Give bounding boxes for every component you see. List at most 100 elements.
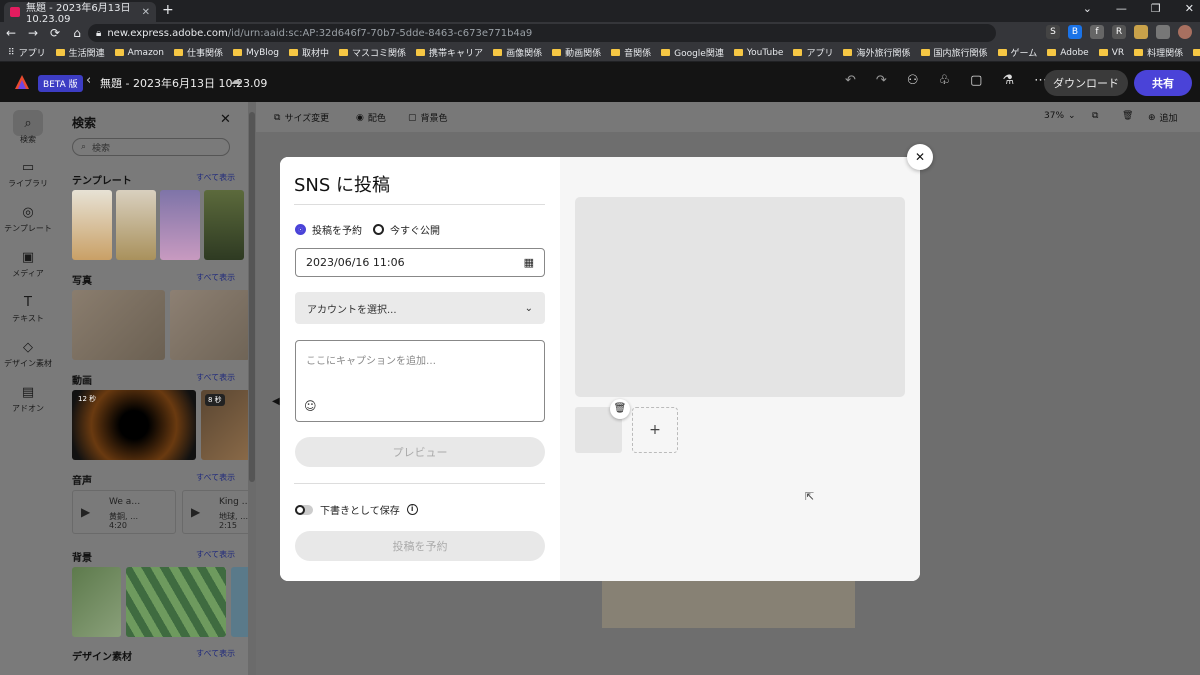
photo-thumb[interactable] bbox=[170, 290, 250, 360]
account-select[interactable]: アカウントを選択... ⌄ bbox=[295, 292, 545, 324]
see-all-audio[interactable]: すべて表示 bbox=[196, 472, 235, 483]
puzzle-icon[interactable] bbox=[1156, 25, 1170, 39]
rail-item-addons[interactable]: ▤ アドオン bbox=[0, 385, 56, 414]
see-all-backgrounds[interactable]: すべて表示 bbox=[196, 549, 235, 560]
background-thumb[interactable] bbox=[72, 567, 121, 637]
audio-card[interactable]: ▶ We a… 黄銅, … 4:20 bbox=[72, 490, 176, 534]
datetime-input[interactable]: 2023/06/16 11:06 ▦ bbox=[295, 248, 545, 277]
info-icon[interactable]: i bbox=[406, 504, 418, 515]
download-button[interactable]: ダウンロード bbox=[1044, 70, 1128, 96]
back-chevron-icon[interactable]: ‹ bbox=[86, 73, 91, 88]
bookmark-item[interactable]: 画像関係 bbox=[493, 46, 542, 59]
dialog-close-button[interactable]: ✕ bbox=[907, 144, 933, 170]
audio-card[interactable]: ▶ King … 地球, … 2:15 bbox=[182, 490, 255, 534]
rail-item-search[interactable]: ⌕ 検索 bbox=[0, 116, 56, 145]
comment-icon[interactable]: ▢ bbox=[970, 73, 982, 88]
forward-icon[interactable]: → bbox=[22, 26, 44, 40]
bookmark-item[interactable]: 国内旅行関係 bbox=[920, 46, 988, 59]
bookmark-item[interactable]: 取材中 bbox=[289, 46, 329, 59]
bookmark-item[interactable]: 海外旅行関係 bbox=[843, 46, 911, 59]
rail-item-media[interactable]: ▣ メディア bbox=[0, 250, 56, 279]
rail-item-design-assets[interactable]: ◇ デザイン素材 bbox=[0, 340, 56, 369]
template-thumb[interactable] bbox=[72, 190, 112, 260]
video-thumb[interactable]: 12 秒 bbox=[72, 390, 196, 460]
template-thumb[interactable] bbox=[160, 190, 200, 260]
bookmark-item[interactable]: AI bbox=[1193, 48, 1200, 58]
video-thumb[interactable]: 8 秒 bbox=[201, 390, 251, 460]
add-page-button[interactable]: + bbox=[632, 407, 678, 453]
preview-button[interactable]: プレビュー bbox=[295, 437, 545, 467]
bookmark-item[interactable]: YouTube bbox=[733, 48, 783, 58]
radio-publish-now[interactable]: 今すぐ公開 bbox=[373, 222, 440, 237]
new-tab-button[interactable]: + bbox=[162, 2, 174, 18]
play-icon[interactable]: ▶ bbox=[81, 505, 90, 519]
tab-close-icon[interactable]: ✕ bbox=[142, 7, 150, 18]
extension-r-icon[interactable]: R bbox=[1112, 25, 1126, 39]
rail-item-text[interactable]: T テキスト bbox=[0, 295, 56, 324]
template-thumb[interactable] bbox=[204, 190, 244, 260]
home-icon[interactable]: ⌂ bbox=[66, 26, 88, 40]
rail-item-library[interactable]: ▭ ライブラリ bbox=[0, 160, 56, 189]
bookmark-item[interactable]: Google関連 bbox=[661, 46, 724, 59]
collapse-panel-icon[interactable]: ◀ bbox=[272, 396, 280, 407]
photo-thumb[interactable] bbox=[72, 290, 165, 360]
draft-toggle[interactable] bbox=[295, 504, 313, 515]
caption-textarea[interactable]: ここにキャプションを追加… bbox=[295, 340, 545, 422]
bookmark-item[interactable]: MyBlog bbox=[233, 48, 279, 58]
resize-button[interactable]: ⧉ サイズ変更 bbox=[274, 111, 329, 125]
bookmark-item[interactable]: 生活関連 bbox=[55, 46, 105, 59]
trash-icon[interactable]: 🗑︎ bbox=[610, 399, 630, 419]
address-bar[interactable]: 🔒︎ new.express.adobe.com/id/urn:aaid:sc:… bbox=[88, 24, 996, 42]
back-icon[interactable]: ← bbox=[0, 26, 22, 40]
color-button[interactable]: ◉ 配色 bbox=[356, 111, 386, 125]
schedule-post-button[interactable]: 投稿を予約 bbox=[295, 531, 545, 561]
layers-icon[interactable]: ⧉ bbox=[1092, 111, 1098, 121]
extension-s-icon[interactable]: S bbox=[1046, 25, 1060, 39]
document-title[interactable]: 無題 - 2023年6月13日 10.23.09 bbox=[100, 75, 267, 91]
calendar-icon[interactable]: ▦ bbox=[524, 256, 534, 269]
adobe-express-logo-icon[interactable] bbox=[14, 74, 30, 90]
maximize-button[interactable]: ❐ bbox=[1151, 2, 1161, 15]
panel-close-icon[interactable]: ✕ bbox=[220, 112, 231, 127]
bookmark-item[interactable]: Adobe bbox=[1047, 48, 1089, 58]
bookmark-item[interactable]: VR bbox=[1098, 48, 1124, 58]
background-thumb[interactable] bbox=[126, 567, 226, 637]
extension-b-icon[interactable]: B bbox=[1068, 25, 1082, 39]
undo-icon[interactable]: ↶ bbox=[845, 73, 856, 88]
bookmark-item[interactable]: 携帯キャリア bbox=[416, 46, 483, 59]
see-all-videos[interactable]: すべて表示 bbox=[196, 372, 235, 383]
bookmark-item[interactable]: 音関係 bbox=[611, 46, 651, 59]
bookmark-item[interactable]: アプリ bbox=[793, 46, 833, 59]
bookmark-item[interactable]: ⠿ アプリ bbox=[8, 46, 46, 60]
play-icon[interactable]: ▶ bbox=[191, 505, 200, 519]
emoji-icon[interactable]: ☺ bbox=[304, 399, 317, 413]
bookmark-item[interactable]: 動画関係 bbox=[552, 46, 601, 59]
bookmark-item[interactable]: 仕事関係 bbox=[174, 46, 223, 59]
bookmark-item[interactable]: ゲーム bbox=[997, 46, 1037, 59]
extension-f-icon[interactable]: f bbox=[1090, 25, 1104, 39]
artboard[interactable] bbox=[602, 580, 855, 628]
see-all-photos[interactable]: すべて表示 bbox=[196, 272, 235, 283]
see-all-templates[interactable]: すべて表示 bbox=[196, 172, 235, 183]
window-close-button[interactable]: ✕ bbox=[1185, 2, 1194, 15]
lightbulb-icon[interactable]: ♧ bbox=[938, 73, 950, 88]
collaborators-icon[interactable]: ⚇ bbox=[907, 73, 919, 88]
extension-image-icon[interactable] bbox=[1134, 25, 1148, 39]
background-color-button[interactable]: ▢ 背景色 bbox=[408, 111, 448, 125]
trash-icon[interactable]: 🗑︎ bbox=[1122, 111, 1133, 121]
add-button[interactable]: ⊕ 追加 bbox=[1148, 111, 1178, 125]
template-thumb[interactable] bbox=[116, 190, 156, 260]
panel-scrollbar-thumb[interactable] bbox=[249, 112, 255, 482]
browser-tab[interactable]: 無題 - 2023年6月13日 10.23.09 ✕ bbox=[4, 2, 156, 25]
radio-schedule[interactable]: 投稿を予約 bbox=[295, 222, 362, 237]
zoom-dropdown[interactable]: 37% ⌄ bbox=[1044, 111, 1076, 121]
flask-icon[interactable]: ⚗ bbox=[1002, 73, 1014, 88]
redo-icon[interactable]: ↷ bbox=[876, 73, 887, 88]
reload-icon[interactable]: ⟳ bbox=[44, 26, 66, 40]
see-all-design-assets[interactable]: すべて表示 bbox=[196, 648, 235, 659]
share-button[interactable]: 共有 bbox=[1134, 70, 1192, 96]
rail-item-templates[interactable]: ◎ テンプレート bbox=[0, 205, 56, 234]
minimize-button[interactable]: — bbox=[1116, 2, 1127, 15]
tab-search-icon[interactable]: ⌄ bbox=[1083, 2, 1092, 15]
bookmark-item[interactable]: Amazon bbox=[114, 48, 164, 58]
